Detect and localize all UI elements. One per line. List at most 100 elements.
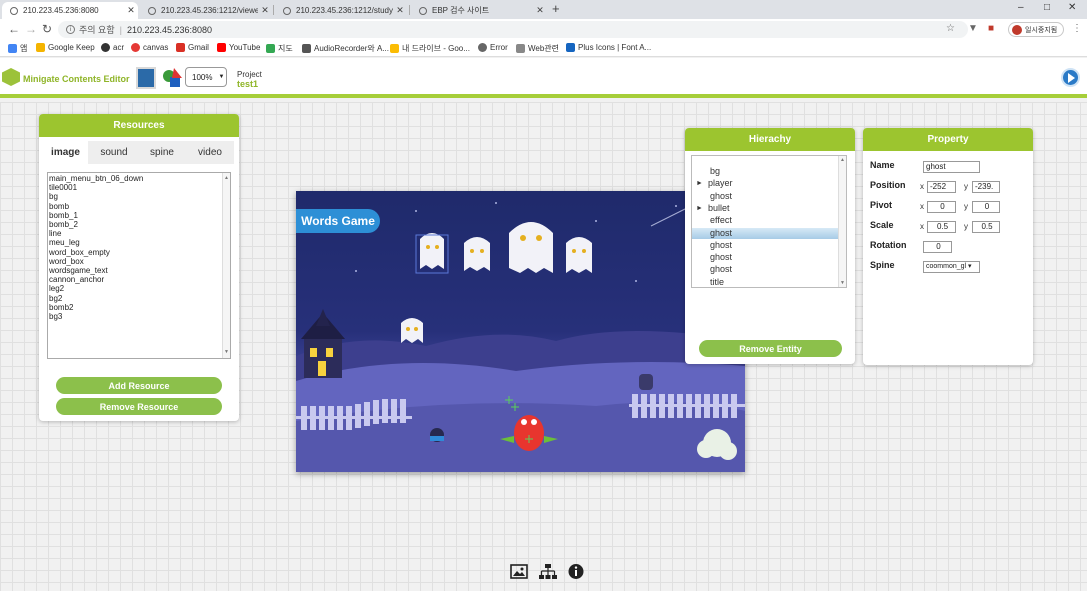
shapes-icon[interactable] [162,68,182,88]
browser-tab-3[interactable]: 210.223.45.236:1212/study/view ✕ [275,2,407,19]
scroll-down-icon[interactable]: ▼ [840,280,845,286]
hierarchy-item[interactable]: ghost [692,191,840,202]
maximize-button[interactable]: □ [1044,2,1050,13]
bookmark-apps[interactable]: 앱 [8,43,27,54]
new-tab-button[interactable]: + [552,1,560,16]
address-bar[interactable]: i 주의 요함 | 210.223.45.236:8080 [58,21,968,38]
bookmark-canvas[interactable]: canvas [131,43,168,52]
hierarchy-item[interactable]: ghost [692,227,840,239]
expand-arrow-icon[interactable]: ► [696,178,703,189]
tab-image[interactable]: image [43,141,88,164]
extension-icon[interactable]: ▼ [968,23,978,34]
zoom-value: 100% [192,72,213,82]
resource-item[interactable]: cannon_anchor [49,275,230,284]
rotation-field[interactable]: 0 [923,241,952,253]
bookmark-google-keep[interactable]: Google Keep [36,43,95,52]
bookmark-youtube[interactable]: YouTube [217,43,260,52]
resource-item[interactable]: meu_leg [49,238,230,247]
property-panel-title: Property [863,128,1033,151]
forward-icon[interactable]: → [25,22,37,36]
close-icon[interactable]: ✕ [533,5,547,16]
browser-tab-2[interactable]: 210.223.45.236:1212/viewer/vie ✕ [140,2,272,19]
hierarchy-item[interactable]: bg [692,166,840,177]
bookmark-plus-icons[interactable]: Plus Icons | Font A... [566,43,651,52]
canvas-icon [131,43,140,52]
pivot-y-field[interactable]: 0 [972,201,1000,213]
resource-item[interactable]: bomb_2 [49,220,230,229]
remove-resource-button[interactable]: Remove Resource [56,398,222,415]
resource-item[interactable]: bg [49,192,230,201]
scroll-up-icon[interactable]: ▲ [224,174,229,183]
resource-item[interactable]: bomb2 [49,303,230,312]
position-x-field[interactable]: -252 [927,181,956,193]
resource-item[interactable]: bg2 [49,294,230,303]
hierarchy-item[interactable]: ► player [692,178,840,189]
profile-button[interactable]: 일시중지됨 [1008,22,1064,37]
close-icon[interactable]: ✕ [124,5,138,16]
close-window-button[interactable]: ✕ [1068,2,1076,13]
star-icon[interactable]: ☆ [946,23,955,34]
tab-sound[interactable]: sound [91,141,137,164]
resource-list[interactable]: main_menu_btn_06_down tile0001 bg bomb bomb_… [47,172,231,359]
resource-item[interactable]: line [49,229,230,238]
scrollbar[interactable]: ▲ ▼ [222,173,230,358]
game-stage[interactable]: Words Game [296,191,745,472]
hierarchy-item[interactable]: ghost [692,240,840,251]
resource-item[interactable]: bg3 [49,312,230,321]
bookmark-maps[interactable]: 지도 [266,43,293,54]
name-field[interactable]: ghost [923,161,980,173]
position-y-field[interactable]: -239. [972,181,1000,193]
scroll-up-icon[interactable]: ▲ [840,157,845,163]
save-icon[interactable] [136,67,156,89]
scale-x-field[interactable]: 0.5 [927,221,956,233]
bookmark-error[interactable]: Error [478,43,508,52]
info-icon[interactable] [567,563,585,580]
bookmark-acr[interactable]: acr [101,43,124,52]
browser-tab-1[interactable]: 210.223.45.236:8080 ✕ [2,2,138,19]
spine-select[interactable]: coommon_gl ▾ [923,261,980,273]
image-icon[interactable] [510,563,528,580]
menu-icon[interactable]: ⋮ [1072,23,1082,34]
back-icon[interactable]: ← [8,22,20,36]
resources-panel: Resources image sound spine video main_m… [39,114,239,421]
resource-item[interactable]: main_menu_btn_06_down [49,174,230,183]
resource-item[interactable]: bomb [49,202,230,211]
pivot-label: Pivot [870,200,893,210]
bookmarks-bar: 앱 Google Keep acr canvas Gmail YouTube 지… [0,40,1087,57]
bookmark-audiorecorder[interactable]: AudioRecorder와 A... [302,43,389,54]
close-icon[interactable]: ✕ [258,5,272,16]
zoom-select[interactable]: 100% ▼ [185,67,227,87]
close-icon[interactable]: ✕ [393,5,407,16]
bookmark-web[interactable]: Web관련 [516,43,559,54]
hierarchy-tree[interactable]: bg ► player ghost ► bullet effect ghost ghost gho… [691,155,847,288]
pivot-x-field[interactable]: 0 [927,201,956,213]
hierarchy-item[interactable]: ghost [692,264,840,275]
tab-spine[interactable]: spine [139,141,185,164]
resource-item[interactable]: leg2 [49,284,230,293]
hierarchy-item[interactable]: effect [692,215,840,226]
play-button[interactable] [1061,68,1080,87]
bookmark-gmail[interactable]: Gmail [176,43,209,52]
info-icon[interactable]: i [66,25,75,34]
browser-tab-4[interactable]: EBP 검수 사이트 ✕ [411,2,547,19]
hierarchy-item[interactable]: ghost [692,252,840,263]
scroll-down-icon[interactable]: ▼ [224,348,229,357]
tab-video[interactable]: video [187,141,233,164]
resource-item[interactable]: bomb_1 [49,211,230,220]
remove-entity-button[interactable]: Remove Entity [699,340,842,357]
sitemap-icon[interactable] [539,563,557,580]
bookmark-drive[interactable]: 내 드라이브 - Goo... [390,43,470,54]
add-resource-button[interactable]: Add Resource [56,377,222,394]
hierarchy-item[interactable]: ► bullet [692,203,840,214]
resource-item[interactable]: wordsgame_text [49,266,230,275]
extension-icon[interactable]: ■ [988,23,994,34]
minimize-button[interactable]: – [1018,2,1024,13]
scale-y-field[interactable]: 0.5 [972,221,1000,233]
hierarchy-item[interactable]: title [692,277,840,287]
scrollbar[interactable]: ▲ ▼ [838,156,846,287]
resource-item[interactable]: word_box_empty [49,248,230,257]
resource-item[interactable]: word_box [49,257,230,266]
expand-arrow-icon[interactable]: ► [696,203,703,214]
resource-item[interactable]: tile0001 [49,183,230,192]
reload-icon[interactable]: ↻ [42,22,52,36]
